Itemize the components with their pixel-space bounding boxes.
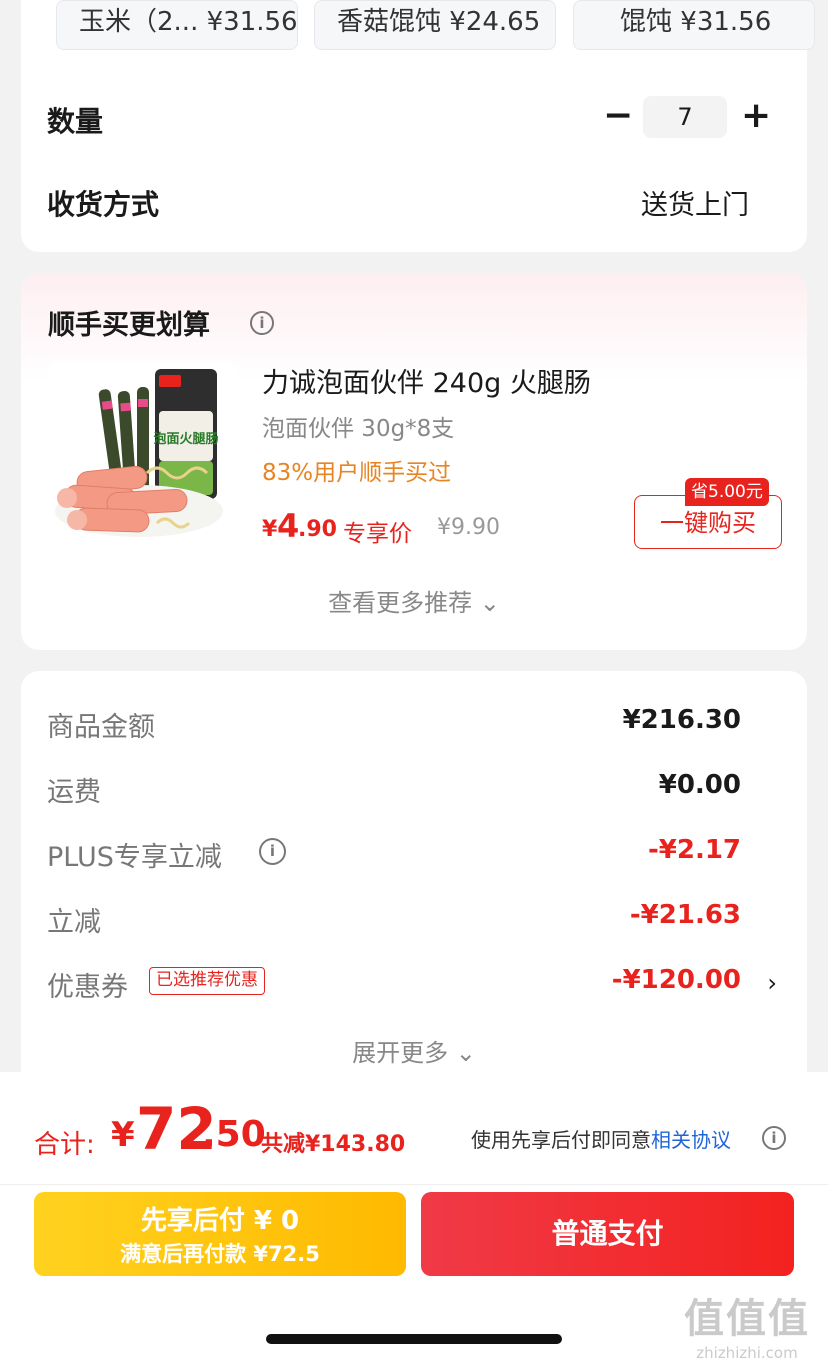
info-icon[interactable]: i [762,1126,786,1150]
price-integer: 4 [277,507,300,545]
total-label: 合计: [34,1130,95,1160]
chevron-right-icon[interactable]: › [767,969,777,997]
shipping-value: ¥0.00 [658,770,741,800]
recommend-card: 顺手买更划算 i 泡面火腿肠 力诚泡面伙伴 240g 火腿肠 泡面伙伴 30g*… [21,273,807,650]
product-image[interactable]: 泡面火腿肠 [47,361,235,549]
watermark: 值值值 zhizhizhi.com [677,1286,817,1362]
product-spec: 泡面伙伴 30g*8支 [262,416,455,442]
save-badge: 省5.00元 [685,478,769,506]
agreement-prefix: 使用先享后付即同意 [471,1128,651,1152]
recommend-title: 顺手买更划算 [48,310,210,341]
quantity-label: 数量 [47,105,104,138]
option-price: ¥31.56 [206,7,298,37]
normal-pay-button[interactable]: 普通支付 [421,1192,794,1276]
agreement-link[interactable]: 相关协议 [651,1128,731,1152]
total-currency: ¥ [111,1115,135,1155]
quantity-input[interactable]: 7 [643,96,727,138]
price-decimal: .90 [298,517,337,542]
goods-amount-label: 商品金额 [47,712,155,743]
price-symbol: ¥ [262,517,278,542]
info-icon[interactable]: i [259,838,286,865]
checkout-bar: 合计: ¥ 72 .50 共减¥143.80 使用先享后付即同意相关协议 i 先… [0,1072,828,1362]
delivery-method[interactable]: 送货上门 [641,183,749,222]
coupon-value[interactable]: -¥120.00 [612,965,741,995]
product-bought-rate: 83%用户顺手买过 [262,460,452,486]
total-decimal: .50 [202,1114,266,1155]
coupon-label: 优惠券 [47,972,128,1003]
option-name: 馄饨 [620,7,673,37]
option-price: ¥31.56 [680,7,772,37]
option-name: 玉米（2... [79,7,199,37]
pay-later-title: 先享后付 ¥ 0 [140,1206,300,1236]
product-title[interactable]: 力诚泡面伙伴 240g 火腿肠 [262,361,591,400]
quantity-minus-button[interactable]: − [603,96,633,136]
home-indicator[interactable] [266,1334,562,1344]
plus-discount-label: PLUS专享立减 [47,842,222,873]
instant-discount-label: 立减 [47,907,101,938]
delivery-label: 收货方式 [47,188,160,221]
quantity-plus-button[interactable]: + [741,96,771,136]
package-text: 泡面火腿肠 [153,431,218,447]
option-chip[interactable]: 玉米（2... ¥31.56 [56,0,298,50]
plus-discount-value: -¥2.17 [647,835,741,865]
original-price: ¥9.90 [437,515,500,540]
divider [0,1184,828,1185]
goods-amount-value: ¥216.30 [622,705,741,735]
agreement-text: 使用先享后付即同意相关协议 [471,1124,731,1153]
instant-discount-value: -¥21.63 [629,900,741,930]
info-icon[interactable]: i [250,311,274,335]
coupon-tag: 已选推荐优惠 [149,967,265,995]
option-chip[interactable]: 香菇馄饨 ¥24.65 [314,0,556,50]
watermark-url: zhizhizhi.com [696,1344,798,1362]
pay-later-button[interactable]: 先享后付 ¥ 0 满意后再付款 ¥72.5 [34,1192,406,1276]
option-name: 香菇馄饨 [337,7,442,37]
expand-more-button[interactable]: 展开更多 ⌄ [21,1033,807,1068]
sausage-illustration: 泡面火腿肠 [55,369,223,537]
option-price: ¥24.65 [449,7,541,37]
order-options-card: 玉米（2... ¥31.56 香菇馄饨 ¥24.65 馄饨 ¥31.56 数量 … [21,0,815,252]
watermark-logo: 值值值 [684,1296,810,1342]
pay-later-subtitle: 满意后再付款 ¥72.5 [120,1242,320,1266]
option-chip[interactable]: 馄饨 ¥31.56 [573,0,815,50]
shipping-label: 运费 [47,777,101,808]
see-more-recommend-button[interactable]: 查看更多推荐 ⌄ [21,583,807,618]
price-tag: 专享价 [343,521,412,547]
total-saved: 共减¥143.80 [261,1132,406,1157]
price-summary-card: 商品金额 ¥216.30 运费 ¥0.00 PLUS专享立减 i -¥2.17 … [21,671,807,1091]
